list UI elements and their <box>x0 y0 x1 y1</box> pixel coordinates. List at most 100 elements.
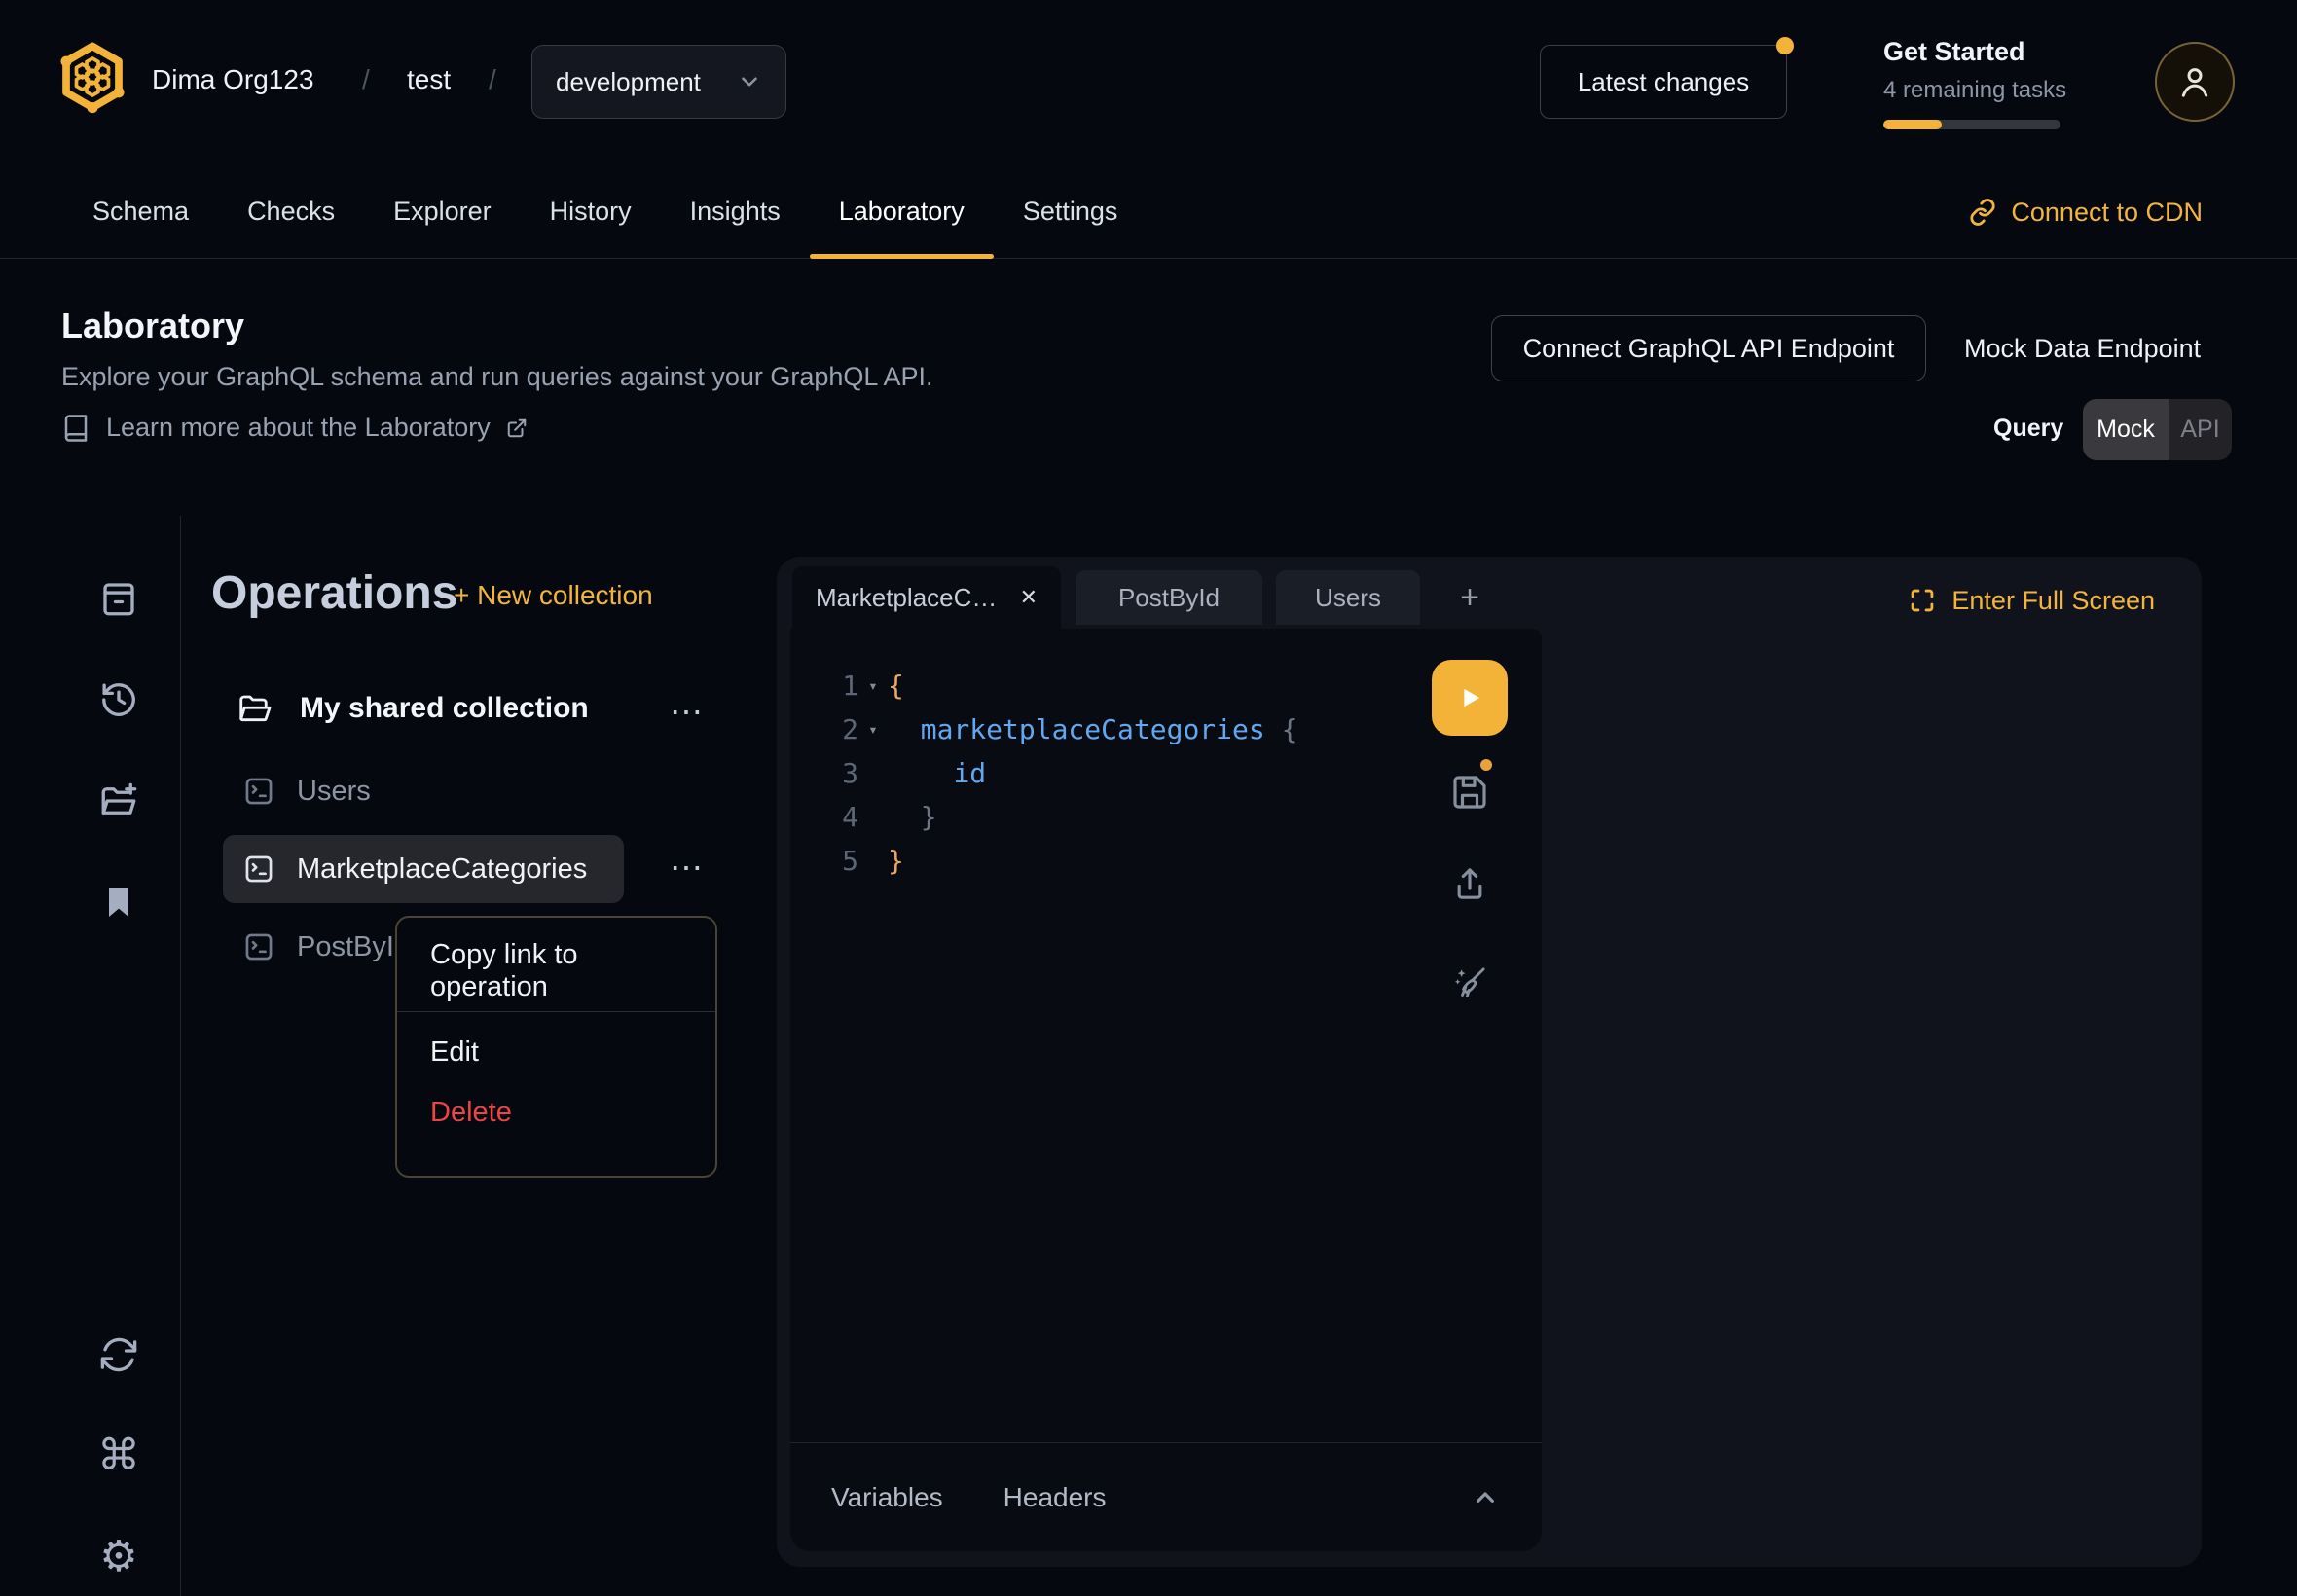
menu-divider <box>397 1011 715 1012</box>
line-number: 5 <box>798 845 858 877</box>
query-mode-toggle: Mock API <box>2083 399 2232 460</box>
new-folder-icon[interactable] <box>97 780 140 822</box>
headers-tab[interactable]: Headers <box>1003 1482 1107 1513</box>
code-line: 4 } <box>798 795 1425 839</box>
collection-header[interactable]: My shared collection <box>237 691 589 726</box>
nav-tab-insights[interactable]: Insights <box>661 165 810 258</box>
new-tab-button[interactable]: + <box>1446 570 1493 625</box>
connect-endpoint-button[interactable]: Connect GraphQL API Endpoint <box>1491 315 1926 381</box>
operation-name: PostById <box>297 931 410 963</box>
operation-name: Users <box>297 776 371 808</box>
get-started-widget[interactable]: Get Started 4 remaining tasks <box>1883 37 2068 129</box>
laboratory-screen: Dima Org123 / test / development Latest … <box>0 0 2297 1596</box>
menu-item-delete[interactable]: Delete <box>397 1082 715 1143</box>
query-mode-label: Query <box>1993 415 2063 443</box>
tool-rail: ⌘ ⚙ <box>0 516 181 1596</box>
collapse-chevron-up-icon[interactable] <box>1470 1482 1501 1513</box>
line-number: 4 <box>798 801 858 833</box>
operation-icon <box>242 775 275 808</box>
line-number: 2 <box>798 713 858 745</box>
play-icon <box>1453 681 1486 714</box>
collections-icon[interactable] <box>97 577 140 620</box>
collection-more-button[interactable]: ⋯ <box>670 693 705 732</box>
command-menu-icon[interactable]: ⌘ <box>97 1434 140 1477</box>
enter-fullscreen-button[interactable]: Enter Full Screen <box>1909 570 2155 631</box>
learn-more-link[interactable]: Learn more about the Laboratory <box>61 413 528 443</box>
nav-tab-checks[interactable]: Checks <box>218 165 364 258</box>
breadcrumb-separator: / <box>362 64 370 95</box>
hive-logo[interactable] <box>56 39 128 115</box>
nav-tab-history[interactable]: History <box>521 165 661 258</box>
save-operation-icon[interactable] <box>1450 773 1489 812</box>
nav-tab-schema[interactable]: Schema <box>63 165 218 258</box>
operation-row-users[interactable]: Users <box>223 757 624 825</box>
book-icon <box>61 414 91 443</box>
operation-name: MarketplaceCategories <box>297 853 587 886</box>
code-line: 5 } <box>798 839 1425 883</box>
operation-icon <box>242 852 275 886</box>
person-icon <box>2175 62 2214 101</box>
mock-endpoint-button[interactable]: Mock Data Endpoint <box>1964 315 2201 381</box>
new-collection-button[interactable]: + New collection <box>454 580 653 611</box>
code-line: 2 ▾ marketplaceCategories { <box>798 707 1425 751</box>
bookmark-icon[interactable] <box>97 881 140 924</box>
gear-glyph: ⚙ <box>99 1536 137 1578</box>
prettify-broom-icon[interactable] <box>1450 963 1489 1002</box>
link-icon <box>1968 198 1997 227</box>
share-operation-icon[interactable] <box>1450 864 1489 903</box>
operation-row-marketplacecategories[interactable]: MarketplaceCategories <box>223 835 624 903</box>
breadcrumb-project[interactable]: test <box>407 64 451 95</box>
breadcrumb-org[interactable]: Dima Org123 <box>152 64 314 95</box>
menu-item-edit[interactable]: Edit <box>397 1022 715 1082</box>
notification-dot <box>1776 37 1794 54</box>
target-selector-value: development <box>556 67 721 97</box>
code-line: 1 ▾ { <box>798 664 1425 707</box>
latest-changes-label: Latest changes <box>1578 67 1749 97</box>
line-number: 1 <box>798 670 858 702</box>
history-icon[interactable] <box>97 678 140 721</box>
line-number: 3 <box>798 757 858 789</box>
external-link-icon <box>506 417 528 439</box>
collection-name: My shared collection <box>300 692 589 725</box>
editor-tab-label: MarketplaceC… <box>816 583 997 613</box>
connect-to-cdn-link[interactable]: Connect to CDN <box>1968 165 2203 259</box>
primary-nav: Schema Checks Explorer History Insights … <box>0 165 2297 259</box>
target-selector[interactable]: development <box>531 45 786 119</box>
get-started-progressbar <box>1883 120 2060 129</box>
nav-tab-explorer[interactable]: Explorer <box>364 165 521 258</box>
editor-actions <box>1432 629 1508 1551</box>
query-editor[interactable]: 1 ▾ { 2 ▾ marketplaceCategories { 3 id 4 <box>790 629 1542 1551</box>
query-code[interactable]: 1 ▾ { 2 ▾ marketplaceCategories { 3 id 4 <box>798 664 1425 883</box>
code-line: 3 id <box>798 751 1425 795</box>
command-glyph: ⌘ <box>97 1434 140 1477</box>
execute-query-button[interactable] <box>1432 660 1508 736</box>
query-mode-mock[interactable]: Mock <box>2083 399 2169 460</box>
editor-tab-users[interactable]: Users <box>1276 570 1420 625</box>
nav-tab-laboratory[interactable]: Laboratory <box>810 165 994 258</box>
refresh-icon[interactable] <box>97 1333 140 1376</box>
page-description: Explore your GraphQL schema and run quer… <box>61 362 932 392</box>
connect-to-cdn-label: Connect to CDN <box>2011 198 2203 228</box>
get-started-progress-fill <box>1883 120 1942 129</box>
chevron-down-icon <box>737 69 762 94</box>
editor-tab-marketplacecategories[interactable]: MarketplaceC… ✕ <box>792 566 1061 629</box>
learn-more-label: Learn more about the Laboratory <box>106 413 491 443</box>
fold-marker-icon[interactable]: ▾ <box>858 720 888 739</box>
menu-item-copy-link[interactable]: Copy link to operation <box>397 941 715 1001</box>
get-started-subtitle: 4 remaining tasks <box>1883 77 2068 104</box>
unsaved-changes-dot <box>1480 759 1492 771</box>
variables-tab[interactable]: Variables <box>831 1482 943 1513</box>
query-mode-api[interactable]: API <box>2169 399 2232 460</box>
operation-context-menu: Copy link to operation Edit Delete <box>395 916 717 1178</box>
settings-gear-icon[interactable]: ⚙ <box>97 1536 140 1578</box>
operations-title: Operations <box>211 566 457 620</box>
close-tab-icon[interactable]: ✕ <box>1020 585 1038 610</box>
expand-icon <box>1909 587 1936 614</box>
operation-more-button[interactable]: ⋯ <box>670 849 705 888</box>
editor-tab-postbyid[interactable]: PostById <box>1076 570 1262 625</box>
latest-changes-button[interactable]: Latest changes <box>1540 45 1787 119</box>
nav-tab-settings[interactable]: Settings <box>994 165 1148 258</box>
get-started-title: Get Started <box>1883 37 2068 67</box>
fold-marker-icon[interactable]: ▾ <box>858 676 888 695</box>
user-avatar[interactable] <box>2155 42 2235 122</box>
